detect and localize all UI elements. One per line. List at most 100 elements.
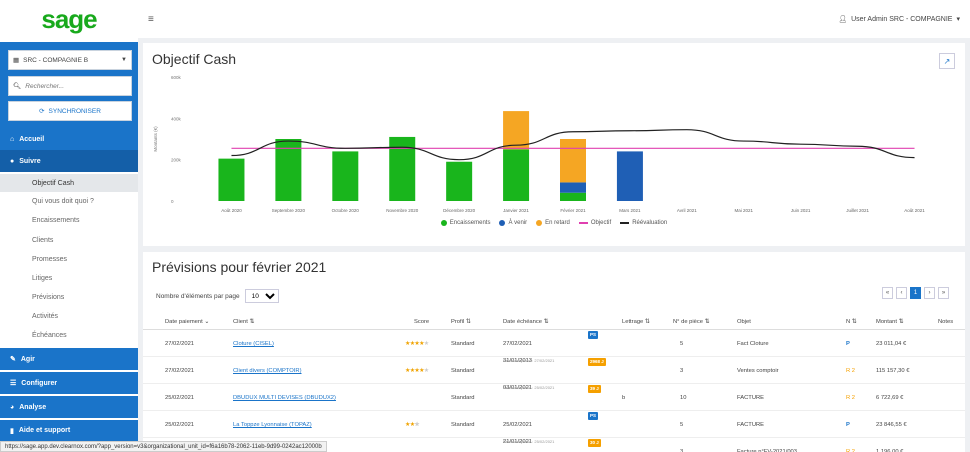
cell-client-link[interactable]: La Toppze Lyonnaise (TOPAZ) bbox=[233, 412, 312, 438]
nav-accueil[interactable]: ⌂ Accueil bbox=[0, 128, 138, 150]
cell-montant: 115 157,30 € bbox=[876, 368, 910, 374]
nav-sub-label: Litiges bbox=[32, 274, 53, 282]
nav-agir[interactable]: ✎ Agir bbox=[0, 348, 138, 370]
nav-label: Accueil bbox=[19, 135, 45, 143]
eye-icon: ● bbox=[10, 157, 15, 165]
cell-client-link[interactable]: Client divers (COMPTOIR) bbox=[233, 358, 302, 384]
col-lettrage[interactable]: Lettrage ⇅ bbox=[622, 314, 650, 330]
table-row[interactable]: 25/02/2021 La Toppze Lyonnaise (TOPAZ) ★★ ★… bbox=[143, 412, 965, 438]
search-input[interactable] bbox=[25, 82, 126, 90]
legend-swatch bbox=[499, 220, 506, 226]
search-icon: 🔍︎ bbox=[13, 83, 22, 90]
nav-analyse[interactable]: ◕ Analyse bbox=[0, 396, 138, 418]
cell-montant: 23 846,55 € bbox=[876, 422, 907, 428]
user-menu[interactable]: 👤︎ User Admin SRC - COMPAGNIE ▾ bbox=[838, 15, 960, 24]
nav-sub-promesses[interactable]: Promesses bbox=[0, 250, 138, 268]
x-tick-label: Septembre 2020 bbox=[272, 208, 306, 213]
nav-aide[interactable]: ▮ Aide et support bbox=[0, 420, 138, 441]
col-label: Objet bbox=[737, 319, 751, 325]
col-objet[interactable]: Objet bbox=[737, 314, 751, 330]
cell-piece: 10 bbox=[680, 395, 687, 401]
nav-sub-encaissements[interactable]: Encaissements bbox=[0, 211, 138, 229]
page-size-control: Nombre d'éléments par page 10 bbox=[156, 289, 279, 303]
nav-sub-litiges[interactable]: Litiges bbox=[0, 269, 138, 287]
sage-logo[interactable]: sage bbox=[41, 4, 97, 35]
nav-sub-clients[interactable]: Clients bbox=[0, 231, 138, 249]
col-montant[interactable]: Montant ⇅ bbox=[876, 314, 903, 330]
bar-encaissements bbox=[389, 136, 416, 201]
company-select[interactable]: ▦ SRC - COMPAGNIE B ▼ bbox=[8, 50, 132, 70]
table-title: Prévisions pour février 2021 bbox=[152, 259, 327, 275]
cell-date-paiement: 25/02/2021 bbox=[165, 422, 195, 428]
legend-item[interactable]: Objectif bbox=[578, 220, 611, 226]
bar-encaissements bbox=[332, 151, 359, 201]
table-row[interactable]: 27/02/2021 Cloture (CISEL) ★★★★ ★ Standard 27… bbox=[143, 331, 965, 357]
nav-label: Configurer bbox=[21, 379, 58, 387]
search-box[interactable]: 🔍︎ bbox=[8, 76, 132, 96]
col-profil[interactable]: Profil ⇅ bbox=[451, 314, 471, 330]
cell-piece: 3 bbox=[680, 368, 684, 374]
legend-item[interactable]: Réévaluation bbox=[620, 220, 667, 226]
sync-label: SYNCHRONISER bbox=[48, 107, 101, 115]
cell-client-link[interactable]: Cloture (CISEL) bbox=[233, 331, 274, 357]
sync-button[interactable]: ⟳ SYNCHRONISER bbox=[8, 101, 132, 121]
pager-prev[interactable]: ‹ bbox=[896, 287, 907, 299]
col-score[interactable]: Score bbox=[414, 314, 429, 330]
nav-sub-activites[interactable]: Activités bbox=[0, 307, 138, 325]
chevron-down-icon: ▼ bbox=[121, 57, 127, 63]
cell-n: R 2 bbox=[846, 395, 856, 401]
table-row[interactable]: 27/02/2021 Client divers (COMPTOIR) ★★★★ ★ S… bbox=[143, 358, 965, 384]
nav-sub-qui-vous-doit[interactable]: Qui vous doit quoi ? bbox=[0, 192, 138, 210]
cell-paiement-prevu: Paiement prévu : 27/02/2021 bbox=[503, 358, 555, 363]
y-tick-label: 400k bbox=[171, 116, 182, 121]
y-tick-label: 0 bbox=[171, 199, 174, 204]
legend-label: Réévaluation bbox=[632, 220, 668, 226]
col-piece[interactable]: N° de pièce ⇅ bbox=[673, 314, 710, 330]
page-size-select[interactable]: 10 bbox=[244, 289, 279, 303]
cell-montant: 23 011,04 € bbox=[876, 341, 907, 347]
nav-sub-echeances[interactable]: Échéances bbox=[0, 326, 138, 344]
previsions-card: Prévisions pour février 2021 Nombre d'él… bbox=[143, 252, 965, 452]
col-client[interactable]: Client ⇅ bbox=[233, 314, 254, 330]
cell-paiement-prevu: Paiement prévu : 25/02/2021 bbox=[503, 385, 555, 390]
pager-first[interactable]: « bbox=[882, 287, 893, 299]
company-name: SRC - COMPAGNIE B bbox=[23, 56, 89, 64]
bar-encaissements bbox=[560, 192, 586, 201]
x-tick-label: Juin 2021 bbox=[791, 208, 811, 213]
status-badge: 2968 J bbox=[588, 358, 606, 366]
table-row[interactable]: 25/02/2021 DBUDUX MULTI DEVISES (DBUDUX2)… bbox=[143, 385, 965, 411]
nav-sub-objectif-cash[interactable]: Objectif Cash bbox=[0, 174, 138, 192]
caret-down-icon: ▾ bbox=[956, 16, 960, 23]
chart-card-title: Objectif Cash bbox=[152, 51, 237, 67]
cell-objet: Ventes comptoir bbox=[737, 368, 779, 374]
col-n[interactable]: N ⇅ bbox=[846, 314, 857, 330]
nav-suivre[interactable]: ● Suivre bbox=[0, 150, 138, 172]
col-label: Date échéance bbox=[503, 319, 542, 325]
legend-swatch bbox=[578, 222, 588, 224]
legend-swatch bbox=[536, 220, 543, 226]
x-tick-label: Décembre 2020 bbox=[443, 208, 476, 213]
col-date-echeance[interactable]: Date échéance ⇅ bbox=[503, 314, 548, 330]
nav-sub-label: Promesses bbox=[32, 255, 68, 263]
col-label: Montant bbox=[876, 319, 897, 325]
hamburger-icon[interactable]: ≡ bbox=[148, 14, 154, 25]
nav-configurer[interactable]: ☰ Configurer bbox=[0, 372, 138, 394]
home-icon: ⌂ bbox=[10, 135, 15, 143]
nav-sub-label: Clients bbox=[32, 236, 54, 244]
col-date-paiement[interactable]: Date paiement ⌄ bbox=[165, 314, 209, 330]
topbar: ≡ 👤︎ User Admin SRC - COMPAGNIE ▾ bbox=[138, 0, 970, 38]
col-notes[interactable]: Notes bbox=[938, 314, 953, 330]
legend-item[interactable]: Encaissements bbox=[440, 220, 490, 226]
chart-toggle-icon[interactable]: ↗ bbox=[939, 53, 955, 69]
cell-client-link[interactable]: DBUDUX MULTI DEVISES (DBUDUX2) bbox=[233, 385, 336, 411]
nav-sub-previsions[interactable]: Prévisions bbox=[0, 288, 138, 306]
legend-item[interactable]: À venir bbox=[499, 220, 527, 226]
legend-label: En retard bbox=[545, 220, 570, 226]
pager-page-1[interactable]: 1 bbox=[910, 287, 921, 299]
cell-date-paiement: 27/02/2021 bbox=[165, 341, 195, 347]
legend-item[interactable]: En retard bbox=[536, 220, 570, 226]
status-badge: 30 J bbox=[588, 439, 601, 447]
pager-next[interactable]: › bbox=[924, 287, 935, 299]
pager-last[interactable]: » bbox=[938, 287, 949, 299]
col-label: Lettrage bbox=[622, 319, 644, 325]
